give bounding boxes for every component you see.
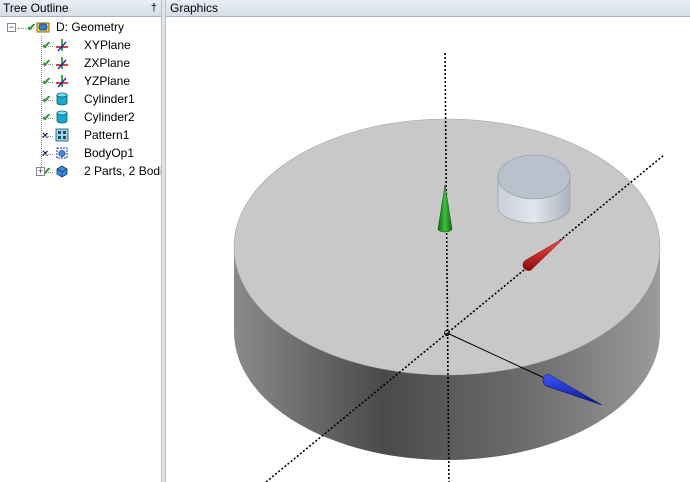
tree-item[interactable]: ✔ XYPlane <box>42 36 161 54</box>
tree-connector-line <box>41 82 53 83</box>
tree-item[interactable]: ✔2 Parts, 2 Bodies <box>42 162 161 180</box>
plane-axes-icon <box>56 39 68 52</box>
disk-top-face <box>233 118 661 376</box>
tree-connector-line <box>41 64 53 65</box>
cylinder-icon <box>56 92 68 106</box>
plane-axes-icon <box>56 75 68 88</box>
tree-item-label: XYPlane <box>84 38 131 52</box>
tree-item[interactable]: ✔ Cylinder1 <box>42 90 161 108</box>
tree-item-label: 2 Parts, 2 Bodies <box>84 164 161 178</box>
tree-outline-panel: Tree Outline † − ✔ D: Geometry ✔ XYPlane ✔… <box>0 0 161 482</box>
graphics-panel: Graphics <box>166 0 690 482</box>
geometry-icon <box>36 22 50 33</box>
body-operation-icon <box>56 147 68 159</box>
tree-connector-line <box>41 46 53 47</box>
tree-item-label: Cylinder2 <box>84 110 135 124</box>
tree-item-root[interactable]: − ✔ D: Geometry <box>0 18 161 36</box>
cylinder-icon <box>56 110 68 124</box>
expand-icon[interactable]: + <box>36 167 45 176</box>
tree-item-label: Cylinder1 <box>84 92 135 106</box>
tree-connector-line <box>41 100 53 101</box>
pin-icon[interactable]: † <box>151 0 157 17</box>
tree-item-label: Pattern1 <box>84 128 130 142</box>
tree-item-label: YZPlane <box>84 74 131 88</box>
tree-outline-title: Tree Outline <box>3 1 69 15</box>
tree-connector-line <box>41 136 53 137</box>
small-cylinder[interactable] <box>497 154 571 224</box>
tree-item[interactable]: ✔ ZXPlane <box>42 54 161 72</box>
parts-icon <box>56 165 68 178</box>
check-icon: ✔ <box>27 22 37 34</box>
tree-connector-line <box>41 118 53 119</box>
tree-item[interactable]: × BodyOp1 <box>42 144 161 162</box>
collapse-icon[interactable]: − <box>7 23 16 32</box>
tree-item-label: BodyOp1 <box>84 146 135 160</box>
tree-item-label: D: Geometry <box>56 20 125 34</box>
tree-outline-header: Tree Outline † <box>0 0 161 17</box>
plane-axes-icon <box>56 57 68 70</box>
cylinder-top <box>497 154 571 200</box>
graphics-viewport[interactable] <box>166 17 690 482</box>
tree-connector-line <box>41 154 53 155</box>
graphics-header: Graphics <box>166 0 690 17</box>
tree-item[interactable]: × Pattern1 <box>42 126 161 144</box>
graphics-title: Graphics <box>170 1 219 15</box>
tree-item-label: ZXPlane <box>84 56 131 70</box>
pattern-icon <box>55 128 69 142</box>
tree-item[interactable]: ✔ YZPlane <box>42 72 161 90</box>
tree-item[interactable]: ✔ Cylinder2 <box>42 108 161 126</box>
